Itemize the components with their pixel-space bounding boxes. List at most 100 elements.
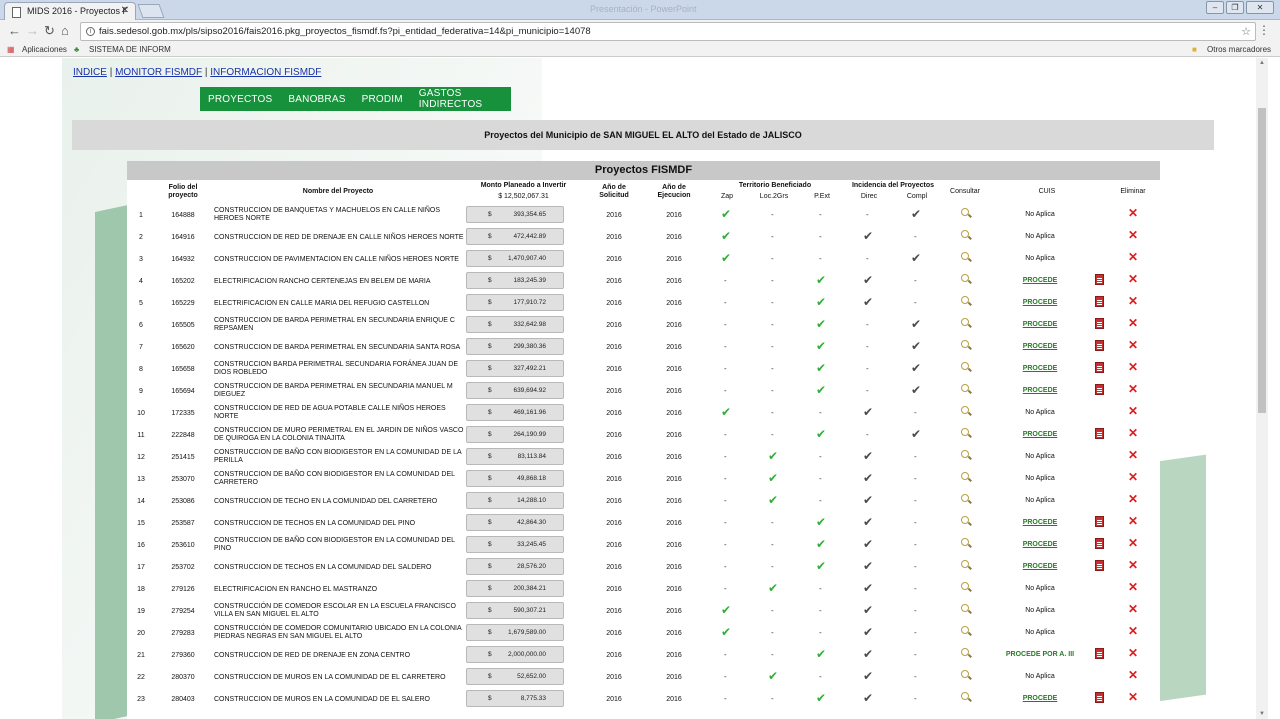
apps-grid-icon[interactable]: ▦ xyxy=(7,45,15,54)
search-icon[interactable] xyxy=(961,516,969,524)
scrollbar[interactable]: ▲ ▼ xyxy=(1256,58,1268,719)
search-icon[interactable] xyxy=(961,274,969,282)
search-icon[interactable] xyxy=(961,560,969,568)
delete-icon[interactable]: ✕ xyxy=(1128,339,1138,351)
pdf-icon[interactable] xyxy=(1095,362,1104,373)
bookmark-star-icon[interactable]: ☆ xyxy=(1241,25,1251,38)
delete-icon[interactable]: ✕ xyxy=(1128,471,1138,483)
delete-icon[interactable]: ✕ xyxy=(1128,427,1138,439)
delete-icon[interactable]: ✕ xyxy=(1128,625,1138,637)
delete-icon[interactable]: ✕ xyxy=(1128,647,1138,659)
cuis-status[interactable]: PROCEDE xyxy=(987,299,1093,306)
new-tab-button[interactable] xyxy=(137,4,165,18)
pdf-icon[interactable] xyxy=(1095,340,1104,351)
search-icon[interactable] xyxy=(961,648,969,656)
pdf-icon[interactable] xyxy=(1095,318,1104,329)
pdf-icon[interactable] xyxy=(1095,274,1104,285)
bookmark-sistema[interactable]: SISTEMA DE INFORM xyxy=(89,45,171,54)
search-icon[interactable] xyxy=(961,318,969,326)
forward-arrow-icon[interactable]: → xyxy=(26,24,39,38)
reload-icon[interactable]: ↻ xyxy=(44,24,55,38)
info-icon[interactable]: i xyxy=(86,27,95,36)
search-icon[interactable] xyxy=(961,582,969,590)
tab-close-icon[interactable]: ✕ xyxy=(121,5,129,16)
minimize-icon[interactable]: – xyxy=(1206,1,1224,14)
search-icon[interactable] xyxy=(961,362,969,370)
nav-prodim[interactable]: PRODIM xyxy=(362,94,403,105)
search-icon[interactable] xyxy=(961,604,969,612)
delete-icon[interactable]: ✕ xyxy=(1128,559,1138,571)
cuis-status[interactable]: PROCEDE POR A. III xyxy=(987,651,1093,658)
cuis-status[interactable]: PROCEDE xyxy=(987,343,1093,350)
cuis-status[interactable]: PROCEDE xyxy=(987,541,1093,548)
scrollbar-thumb[interactable] xyxy=(1258,108,1266,413)
link-monitor-fismdf[interactable]: MONITOR FISMDF xyxy=(115,67,202,78)
restore-icon[interactable]: ❐ xyxy=(1226,1,1244,14)
delete-icon[interactable]: ✕ xyxy=(1128,493,1138,505)
browser-menu-icon[interactable]: ⋮ xyxy=(1258,23,1270,37)
link-informacion-fismdf[interactable]: INFORMACION FISMDF xyxy=(210,67,321,78)
search-icon[interactable] xyxy=(961,692,969,700)
search-icon[interactable] xyxy=(961,626,969,634)
pdf-icon[interactable] xyxy=(1095,428,1104,439)
search-icon[interactable] xyxy=(961,384,969,392)
delete-icon[interactable]: ✕ xyxy=(1128,383,1138,395)
back-arrow-icon[interactable]: ← xyxy=(8,24,21,38)
delete-icon[interactable]: ✕ xyxy=(1128,603,1138,615)
pdf-icon[interactable] xyxy=(1095,384,1104,395)
cuis-status[interactable]: PROCEDE xyxy=(987,277,1093,284)
link-indice[interactable]: INDICE xyxy=(73,67,107,78)
window-close-icon[interactable]: ✕ xyxy=(1246,1,1274,14)
delete-icon[interactable]: ✕ xyxy=(1128,229,1138,241)
bookmark-apps[interactable]: Aplicaciones xyxy=(22,45,67,54)
delete-icon[interactable]: ✕ xyxy=(1128,405,1138,417)
search-icon[interactable] xyxy=(961,252,969,260)
delete-icon[interactable]: ✕ xyxy=(1128,273,1138,285)
pdf-icon[interactable] xyxy=(1095,516,1104,527)
nav-gastos-indirectos[interactable]: GASTOS INDIRECTOS xyxy=(419,88,511,110)
pdf-icon[interactable] xyxy=(1095,538,1104,549)
search-icon[interactable] xyxy=(961,230,969,238)
search-icon[interactable] xyxy=(961,494,969,502)
bookmark-other[interactable]: Otros marcadores xyxy=(1207,45,1271,54)
cuis-status[interactable]: PROCEDE xyxy=(987,431,1093,438)
url-input[interactable]: i fais.sedesol.gob.mx/pls/sipso2016/fais… xyxy=(80,22,1256,41)
search-icon[interactable] xyxy=(961,208,969,216)
search-icon[interactable] xyxy=(961,296,969,304)
cuis-status[interactable]: PROCEDE xyxy=(987,519,1093,526)
scroll-down-icon[interactable]: ▼ xyxy=(1259,711,1265,717)
search-icon[interactable] xyxy=(961,472,969,480)
nav-banobras[interactable]: BANOBRAS xyxy=(288,94,345,105)
home-icon[interactable]: ⌂ xyxy=(61,24,69,38)
scroll-up-icon[interactable]: ▲ xyxy=(1259,60,1265,66)
delete-icon[interactable]: ✕ xyxy=(1128,669,1138,681)
cuis-status[interactable]: PROCEDE xyxy=(987,563,1093,570)
pdf-icon[interactable] xyxy=(1095,296,1104,307)
delete-icon[interactable]: ✕ xyxy=(1128,537,1138,549)
nav-proyectos[interactable]: PROYECTOS xyxy=(208,94,272,105)
delete-icon[interactable]: ✕ xyxy=(1128,581,1138,593)
cuis-status[interactable]: PROCEDE xyxy=(987,387,1093,394)
delete-icon[interactable]: ✕ xyxy=(1128,317,1138,329)
delete-icon[interactable]: ✕ xyxy=(1128,449,1138,461)
search-icon[interactable] xyxy=(961,428,969,436)
cuis-status[interactable]: PROCEDE xyxy=(987,365,1093,372)
pdf-icon[interactable] xyxy=(1095,692,1104,703)
delete-icon[interactable]: ✕ xyxy=(1128,691,1138,703)
delete-icon[interactable]: ✕ xyxy=(1128,295,1138,307)
search-icon[interactable] xyxy=(961,406,969,414)
search-icon[interactable] xyxy=(961,340,969,348)
pdf-icon[interactable] xyxy=(1095,560,1104,571)
search-icon[interactable] xyxy=(961,450,969,458)
delete-icon[interactable]: ✕ xyxy=(1128,515,1138,527)
search-icon[interactable] xyxy=(961,670,969,678)
monto-value: 639,694.92 xyxy=(513,387,546,394)
browser-tab[interactable]: MIDS 2016 - Proyectos F ✕ xyxy=(4,2,136,20)
cuis-status[interactable]: PROCEDE xyxy=(987,695,1093,702)
delete-icon[interactable]: ✕ xyxy=(1128,207,1138,219)
pdf-icon[interactable] xyxy=(1095,648,1104,659)
search-icon[interactable] xyxy=(961,538,969,546)
delete-icon[interactable]: ✕ xyxy=(1128,361,1138,373)
cuis-status[interactable]: PROCEDE xyxy=(987,321,1093,328)
delete-icon[interactable]: ✕ xyxy=(1128,251,1138,263)
